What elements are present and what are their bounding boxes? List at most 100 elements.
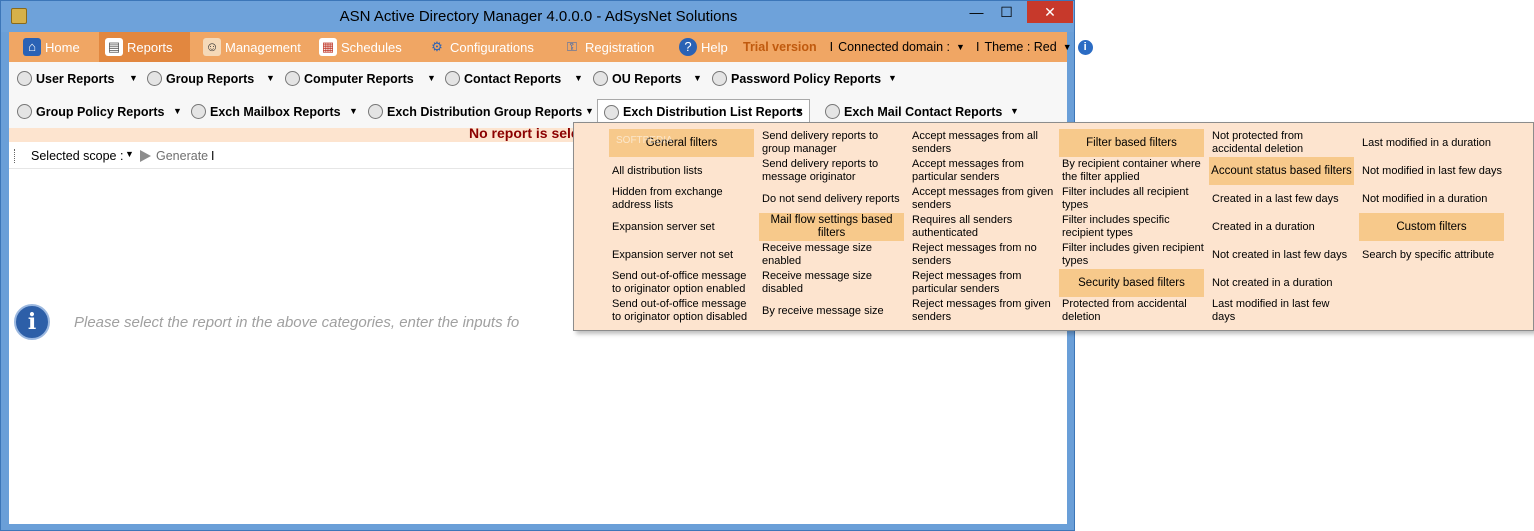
menu-item[interactable]: All distribution lists xyxy=(609,157,754,185)
group-policy-reports-button[interactable]: Group Policy Reports xyxy=(17,99,165,124)
play-icon xyxy=(140,150,151,162)
group-icon xyxy=(147,71,162,86)
trial-version-label: Trial version xyxy=(743,40,817,54)
exch-mailbox-reports-button[interactable]: Exch Mailbox Reports xyxy=(191,99,341,124)
contact-icon xyxy=(445,71,460,86)
menu-item[interactable]: By receive message size xyxy=(759,297,904,325)
separator: I xyxy=(975,40,980,54)
computer-reports-label: Computer Reports xyxy=(304,71,414,86)
close-button[interactable]: ✕ xyxy=(1027,1,1073,23)
password-policy-reports-button[interactable]: Password Policy Reports xyxy=(712,66,881,91)
info-message: Please select the report in the above ca… xyxy=(74,314,520,331)
menu-item[interactable]: Do not send delivery reports xyxy=(759,185,904,213)
chevron-down-icon[interactable]: ▼ xyxy=(173,99,182,124)
chevron-down-icon[interactable]: ▼ xyxy=(427,66,436,91)
ou-reports-button[interactable]: OU Reports xyxy=(593,66,681,91)
separator: I xyxy=(829,40,834,54)
info-icon: i xyxy=(14,304,50,340)
generate-button[interactable]: Generate xyxy=(156,149,208,163)
group-reports-label: Group Reports xyxy=(166,71,255,86)
menu-item[interactable]: Protected from accidental deletion xyxy=(1059,297,1204,325)
menu-item[interactable]: Accept messages from all senders xyxy=(909,129,1054,157)
menu-item[interactable]: Send delivery reports to group manager xyxy=(759,129,904,157)
chevron-down-icon[interactable]: ▼ xyxy=(585,99,594,124)
scope-dropdown-arrow[interactable]: ▼ xyxy=(125,149,134,159)
theme-dropdown-arrow[interactable]: ▼ xyxy=(1063,42,1072,52)
chevron-down-icon[interactable]: ▼ xyxy=(693,66,702,91)
gear-icon: ⚙ xyxy=(431,39,443,54)
user-reports-label: User Reports xyxy=(36,71,115,86)
report-toolbar-1: User Reports ▼ Group Reports ▼ Computer … xyxy=(9,62,1067,95)
menu-item[interactable]: Accept messages from particular senders xyxy=(909,157,1054,185)
menu-item[interactable]: Reject messages from no senders xyxy=(909,241,1054,269)
chevron-down-icon[interactable]: ▼ xyxy=(129,66,138,91)
menu-item[interactable]: Filter includes all recipient types xyxy=(1059,185,1204,213)
menu-item[interactable]: Not modified in last few days xyxy=(1359,157,1504,185)
chevron-down-icon[interactable]: ▼ xyxy=(795,99,804,124)
minimize-button[interactable]: — xyxy=(962,1,991,23)
menu-item[interactable]: Accept messages from given senders xyxy=(909,185,1054,213)
ou-reports-label: OU Reports xyxy=(612,71,682,86)
menu-item[interactable]: Filter includes specific recipient types xyxy=(1059,213,1204,241)
menu-item[interactable]: Expansion server not set xyxy=(609,241,754,269)
mailbox-icon xyxy=(191,104,206,119)
theme-selector[interactable]: Theme : Red xyxy=(984,40,1056,54)
menu-configurations[interactable]: ⚙ Configurations xyxy=(422,32,540,62)
menu-item[interactable]: Not protected from accidental deletion xyxy=(1209,129,1354,157)
chevron-down-icon[interactable]: ▼ xyxy=(574,66,583,91)
chevron-down-icon[interactable]: ▼ xyxy=(888,66,897,91)
menu-item[interactable]: Hidden from exchange address lists xyxy=(609,185,754,213)
menu-registration[interactable]: ⚿ Registration xyxy=(557,32,660,62)
menu-management-label: Management xyxy=(225,39,301,55)
info-icon[interactable]: i xyxy=(1077,39,1093,55)
domain-dropdown-arrow[interactable]: ▼ xyxy=(956,42,965,52)
menu-item[interactable]: Filter includes given recipient types xyxy=(1059,241,1204,269)
menu-item[interactable]: By recipient container where the filter … xyxy=(1059,157,1204,185)
user-reports-button[interactable]: User Reports xyxy=(17,66,115,91)
contact-reports-button[interactable]: Contact Reports xyxy=(445,66,561,91)
chevron-down-icon[interactable]: ▼ xyxy=(349,99,358,124)
menu-item[interactable]: Send out-of-office message to originator… xyxy=(609,297,754,325)
menu-item[interactable]: Send out-of-office message to originator… xyxy=(609,269,754,297)
ou-icon xyxy=(593,71,608,86)
group-reports-button[interactable]: Group Reports xyxy=(147,66,254,91)
menu-item[interactable]: Reject messages from given senders xyxy=(909,297,1054,325)
menu-item[interactable]: Receive message size disabled xyxy=(759,269,904,297)
menu-item[interactable]: Search by specific attribute xyxy=(1359,241,1504,269)
menu-management[interactable]: ☺ Management xyxy=(197,32,307,62)
menu-reports[interactable]: ▤ Reports xyxy=(99,32,190,62)
computer-reports-button[interactable]: Computer Reports xyxy=(285,66,414,91)
title-bar: ASN Active Directory Manager 4.0.0.0 - A… xyxy=(1,1,1074,32)
menu-item[interactable]: Requires all senders authenticated xyxy=(909,213,1054,241)
menu-item[interactable]: Not created in last few days xyxy=(1209,241,1354,269)
watermark: SOFTPEDIA xyxy=(616,135,673,146)
chevron-down-icon[interactable]: ▼ xyxy=(266,66,275,91)
menu-schedules[interactable]: ▦ Schedules xyxy=(313,32,408,62)
menu-item[interactable]: Not modified in a duration xyxy=(1359,185,1504,213)
window-title: ASN Active Directory Manager 4.0.0.0 - A… xyxy=(339,8,738,25)
menu-help-label: Help xyxy=(701,39,728,55)
menu-item[interactable]: Receive message size enabled xyxy=(759,241,904,269)
menu-item[interactable]: Last modified in a duration xyxy=(1359,129,1504,157)
home-icon: ⌂ xyxy=(23,38,41,56)
menu-home[interactable]: ⌂ Home xyxy=(17,32,86,62)
menu-configurations-label: Configurations xyxy=(450,39,534,55)
maximize-button[interactable]: ☐ xyxy=(992,1,1021,23)
menu-help[interactable]: ? Help xyxy=(673,32,734,62)
password-policy-reports-label: Password Policy Reports xyxy=(731,71,882,86)
group-policy-icon xyxy=(17,104,32,119)
menu-item[interactable]: Expansion server set xyxy=(609,213,754,241)
menu-item[interactable]: Created in a duration xyxy=(1209,213,1354,241)
selected-scope-label: Selected scope : xyxy=(31,149,124,163)
menu-item[interactable]: Last modified in last few days xyxy=(1209,297,1354,325)
menu-item[interactable]: Reject messages from particular senders xyxy=(909,269,1054,297)
menu-item[interactable]: Send delivery reports to message origina… xyxy=(759,157,904,185)
menu-item[interactable]: Not created in a duration xyxy=(1209,269,1354,297)
exch-mail-contact-reports-button[interactable]: Exch Mail Contact Reports xyxy=(825,99,1002,124)
user-icon xyxy=(17,71,32,86)
exch-distribution-list-reports-button[interactable]: Exch Distribution List Reports xyxy=(597,99,810,124)
toolbar-grip[interactable] xyxy=(14,149,16,163)
exch-distribution-group-reports-button[interactable]: Exch Distribution Group Reports xyxy=(368,99,582,124)
menu-item[interactable]: Created in a last few days xyxy=(1209,185,1354,213)
chevron-down-icon[interactable]: ▼ xyxy=(1010,99,1019,124)
